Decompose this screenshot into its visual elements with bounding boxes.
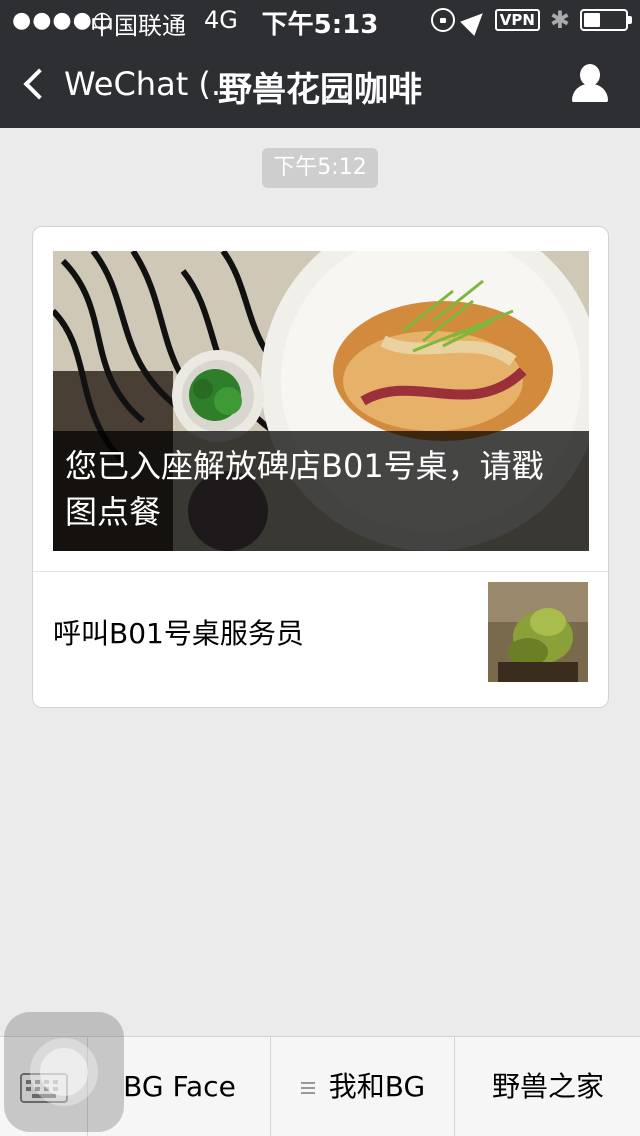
cover-caption: 您已入座解放碑店B01号桌，请戳图点餐 bbox=[65, 447, 544, 531]
menu-beast-home[interactable]: 野兽之家 bbox=[456, 1037, 640, 1136]
top-header: ●●●●○ 中国联通 4G 下午5:13 VPN ✱ WeChat (... 野… bbox=[0, 0, 640, 128]
profile-button[interactable] bbox=[570, 62, 610, 106]
navigation-bar: WeChat (... 野兽花园咖啡 bbox=[0, 40, 640, 128]
assistive-touch-center bbox=[40, 1048, 88, 1096]
status-bar: ●●●●○ 中国联通 4G 下午5:13 VPN ✱ bbox=[0, 0, 640, 40]
menu-me-and-bg[interactable]: 我和BG bbox=[272, 1037, 455, 1136]
menu-bg-face-label: BG Face bbox=[123, 1070, 236, 1103]
vpn-badge: VPN bbox=[494, 9, 540, 31]
menu-beast-home-label: 野兽之家 bbox=[491, 1070, 604, 1103]
article-cover[interactable]: 您已入座解放碑店B01号桌，请戳图点餐 bbox=[53, 251, 589, 551]
assistive-touch-button[interactable] bbox=[4, 1012, 124, 1132]
submenu-lines-icon bbox=[300, 1082, 315, 1094]
bluetooth-icon: ✱ bbox=[549, 6, 570, 34]
thumbnail-image bbox=[488, 582, 588, 682]
battery-icon bbox=[580, 9, 632, 31]
location-arrow-icon bbox=[459, 6, 490, 36]
message-timestamp: 下午5:12 bbox=[262, 148, 378, 188]
person-icon-body bbox=[572, 84, 608, 102]
person-icon bbox=[580, 64, 600, 86]
article-sub-item[interactable]: 呼叫B01号桌服务员 bbox=[33, 572, 608, 707]
sub-item-thumbnail bbox=[488, 582, 588, 682]
rotation-lock-icon bbox=[430, 8, 455, 32]
menu-me-and-bg-label: 我和BG bbox=[328, 1070, 426, 1103]
article-card[interactable]: 您已入座解放碑店B01号桌，请戳图点餐 呼叫B01号桌服务员 bbox=[32, 226, 609, 708]
status-right-icons: VPN ✱ bbox=[430, 6, 632, 36]
page-title: 野兽花园咖啡 bbox=[218, 70, 422, 110]
sub-item-title: 呼叫B01号桌服务员 bbox=[53, 617, 304, 650]
